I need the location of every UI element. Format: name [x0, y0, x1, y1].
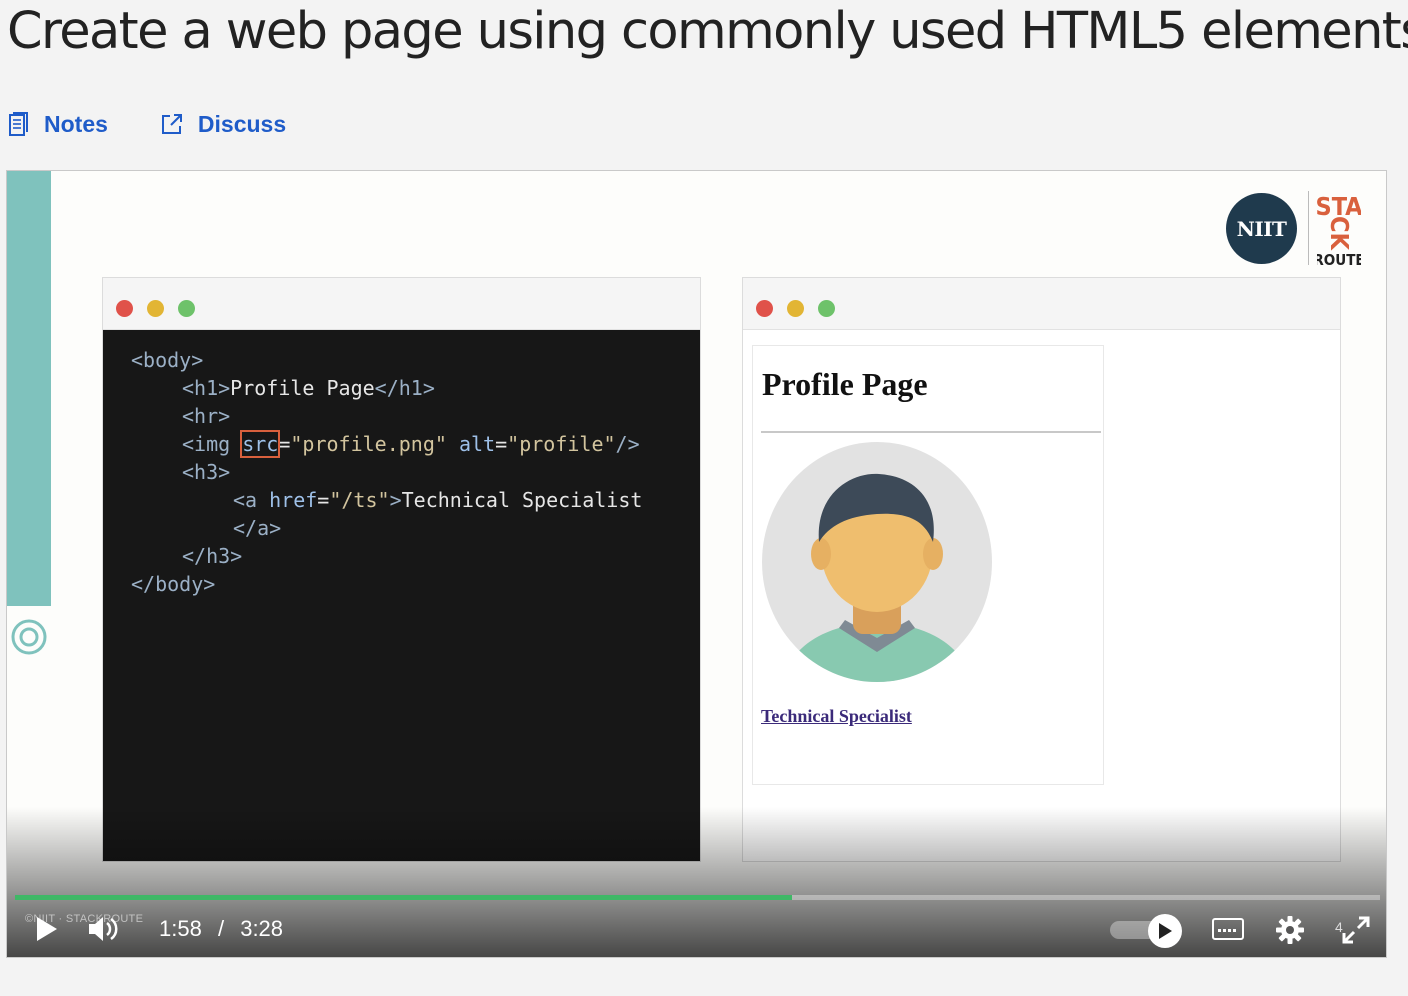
code-line: <h3> — [182, 460, 231, 484]
tab-bar: Notes Discuss — [8, 108, 338, 140]
niit-logo: NIIT — [1226, 193, 1297, 264]
video-player[interactable]: NIIT STA CK ROUTE <body> <h1>Profile Pag… — [6, 170, 1387, 958]
maximize-dot-icon — [178, 300, 195, 317]
code-line: <img src="profile.png" alt="profile"/> — [182, 430, 640, 458]
close-dot-icon — [756, 300, 773, 317]
tab-discuss-label: Discuss — [197, 110, 287, 137]
preview-divider — [761, 431, 1101, 433]
minimize-dot-icon — [787, 300, 804, 317]
tab-notes[interactable]: Notes — [8, 108, 108, 140]
code-body: <body> <h1>Profile Page</h1> <hr> <img s… — [103, 330, 700, 861]
settings-gear-icon[interactable] — [1275, 915, 1305, 945]
play-icon[interactable] — [35, 915, 59, 943]
highlighted-src-attribute: src — [240, 430, 281, 458]
tab-discuss[interactable]: Discuss — [160, 108, 286, 140]
time-separator: / — [217, 916, 225, 941]
target-icon — [11, 619, 47, 655]
code-line: <h1>Profile Page</h1> — [182, 376, 435, 400]
code-line: <a href="/ts">Technical Specialist — [233, 488, 643, 512]
profile-avatar-icon — [762, 442, 992, 682]
technical-specialist-link[interactable]: Technical Specialist — [761, 706, 912, 727]
volume-icon[interactable] — [87, 915, 121, 943]
code-line: </body> — [131, 572, 216, 596]
current-time: 1:58 — [159, 916, 202, 941]
code-line: <hr> — [182, 404, 231, 428]
svg-text:CK: CK — [1325, 216, 1354, 252]
minimize-dot-icon — [147, 300, 164, 317]
stackroute-logo: STA CK ROUTE — [1317, 192, 1361, 269]
time-display: 1:58 / 3:28 — [159, 916, 283, 942]
maximize-dot-icon — [818, 300, 835, 317]
code-line: </h3> — [182, 544, 243, 568]
preview-card: Profile Page Technical Specialist — [752, 345, 1104, 785]
progress-bar[interactable] — [15, 895, 1380, 900]
tab-notes-label: Notes — [44, 110, 108, 137]
fullscreen-icon[interactable] — [1341, 915, 1371, 945]
speed-play-icon — [1159, 923, 1172, 939]
page-title: Create a web page using commonly used HT… — [7, 2, 1408, 61]
external-link-icon — [161, 114, 182, 134]
close-dot-icon — [116, 300, 133, 317]
svg-text:ROUTE: ROUTE — [1317, 251, 1361, 269]
code-line: </a> — [233, 516, 282, 540]
code-window: <body> <h1>Profile Page</h1> <hr> <img s… — [102, 277, 701, 862]
preview-window-titlebar — [743, 278, 1340, 330]
code-window-titlebar — [103, 278, 700, 330]
duration: 3:28 — [240, 916, 284, 941]
decorative-strip — [7, 171, 51, 606]
captions-icon[interactable] — [1211, 917, 1245, 943]
code-line: <body> — [131, 348, 204, 372]
brand-divider — [1308, 191, 1309, 265]
notes-icon — [9, 112, 28, 136]
speed-toggle-knob[interactable] — [1148, 914, 1182, 948]
progress-fill — [15, 895, 792, 900]
preview-heading: Profile Page — [762, 366, 928, 402]
